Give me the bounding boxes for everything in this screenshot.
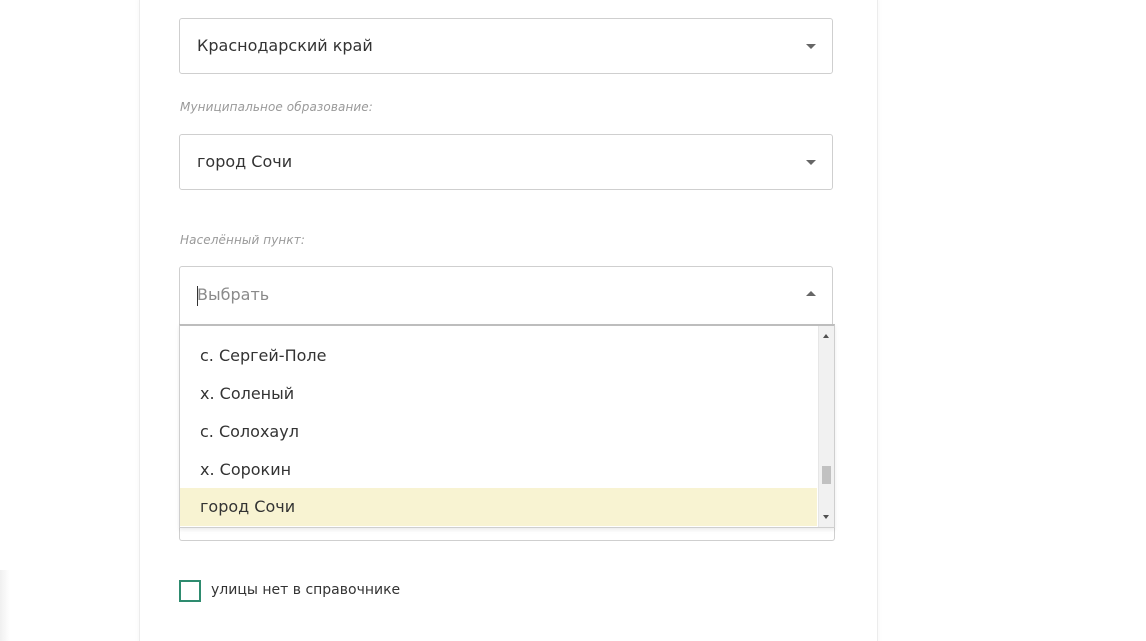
dropdown-scrollbar[interactable] — [818, 326, 834, 527]
chevron-down-icon — [806, 44, 816, 49]
municipality-select[interactable]: город Сочи — [179, 134, 833, 190]
municipality-label: Муниципальное образование: — [180, 100, 373, 114]
settlement-search-placeholder[interactable]: Выбрать — [197, 285, 269, 304]
region-select-value: Краснодарский край — [197, 36, 373, 55]
page: Краснодарский край Муниципальное образов… — [0, 0, 1146, 641]
settlement-dropdown: с. Сергей-Поле х. Соленый с. Солохаул х.… — [179, 324, 835, 528]
dropdown-option[interactable]: х. Соленый — [180, 375, 817, 413]
dropdown-option[interactable]: с. Солохаул — [180, 413, 817, 451]
no-street-checkbox[interactable] — [179, 580, 201, 602]
scroll-up-icon[interactable] — [823, 334, 829, 338]
gutter-shade — [0, 570, 10, 641]
region-select[interactable]: Краснодарский край — [179, 18, 833, 74]
no-street-checkbox-label[interactable]: улицы нет в справочнике — [211, 582, 400, 598]
chevron-down-icon — [806, 160, 816, 165]
dropdown-option[interactable]: с. Сергей-Поле — [180, 337, 817, 375]
left-gutter — [0, 0, 139, 641]
dropdown-option-highlighted[interactable]: город Сочи — [180, 488, 817, 526]
settlement-label: Населённый пункт: — [180, 233, 305, 247]
scroll-thumb[interactable] — [822, 466, 831, 484]
scroll-down-icon[interactable] — [823, 515, 829, 519]
dropdown-option[interactable]: х. Сорокин — [180, 451, 817, 489]
chevron-up-icon — [806, 291, 816, 296]
settlement-select[interactable]: Выбрать — [179, 266, 833, 325]
municipality-select-value: город Сочи — [197, 152, 293, 171]
